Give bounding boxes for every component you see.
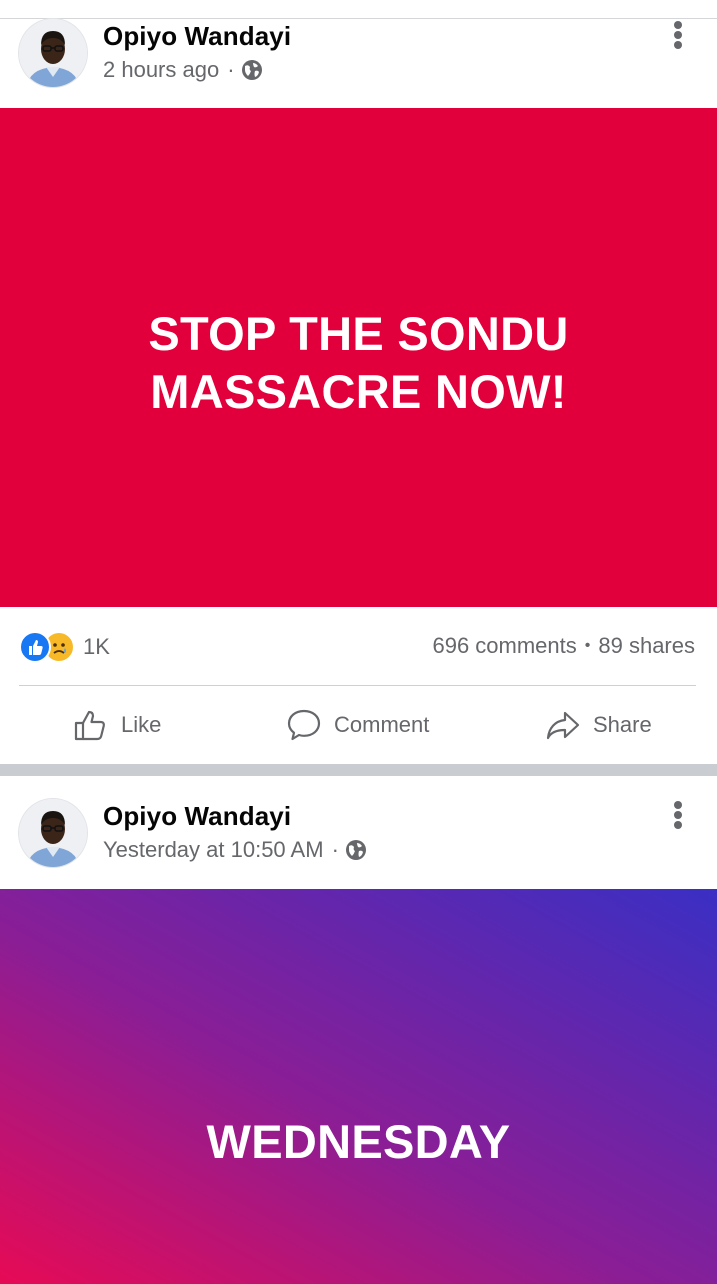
comment-icon [287,709,321,741]
banner-text: STOP THE SONDU MASSACRE NOW! [148,306,569,418]
stats-separator: • [584,637,591,654]
more-dots-icon [674,801,682,829]
more-dots-icon [674,21,682,49]
meta-separator: · [227,57,235,82]
stats-divider [19,685,696,686]
facebook-feed: Opiyo Wandayi 2 hours ago · STOP THE SON… [0,0,717,1284]
avatar[interactable] [19,799,87,867]
comment-label: Comment [334,712,430,737]
like-button[interactable]: Like [73,700,161,750]
globe-icon [241,60,262,80]
reactions-summary[interactable]: 1K [19,631,110,663]
post-header: Opiyo Wandayi Yesterday at 10:50 AM · [0,799,717,887]
profile-photo [19,19,87,87]
profile-photo [19,799,87,867]
post-author[interactable]: Opiyo Wandayi [103,21,291,52]
share-arrow-icon [546,711,580,740]
post-banner[interactable]: WEDNESDAY [0,889,717,1284]
comment-button[interactable]: Comment [286,700,429,750]
post-timestamp[interactable]: Yesterday at 10:50 AM [103,837,324,863]
share-button[interactable]: Share [545,700,652,750]
engagement-counts: 696 comments • 89 shares [432,633,695,659]
reaction-count: 1K [83,634,110,659]
post-author[interactable]: Opiyo Wandayi [103,801,291,832]
post-meta: Yesterday at 10:50 AM · [103,837,367,863]
more-options-button[interactable] [666,19,690,53]
post-timestamp[interactable]: 2 hours ago [103,57,219,83]
comments-count[interactable]: 696 comments [432,633,576,659]
post-meta: 2 hours ago · [103,57,263,83]
more-options-button[interactable] [666,799,690,833]
post-banner[interactable]: STOP THE SONDU MASSACRE NOW! [0,108,717,607]
meta-separator: · [331,837,339,862]
post-actions: Like Comment Share [0,700,717,750]
feed-separator [0,764,717,776]
share-label: Share [593,712,652,737]
like-reaction-icon [19,631,51,663]
banner-text: WEDNESDAY [206,1114,511,1168]
avatar[interactable] [19,19,87,87]
shares-count[interactable]: 89 shares [598,633,695,659]
globe-icon [345,840,366,860]
post-stats: 1K 696 comments • 89 shares [0,624,717,668]
thumbs-up-icon [74,710,105,741]
post-header: Opiyo Wandayi 2 hours ago · [0,19,717,107]
like-label: Like [121,712,162,737]
